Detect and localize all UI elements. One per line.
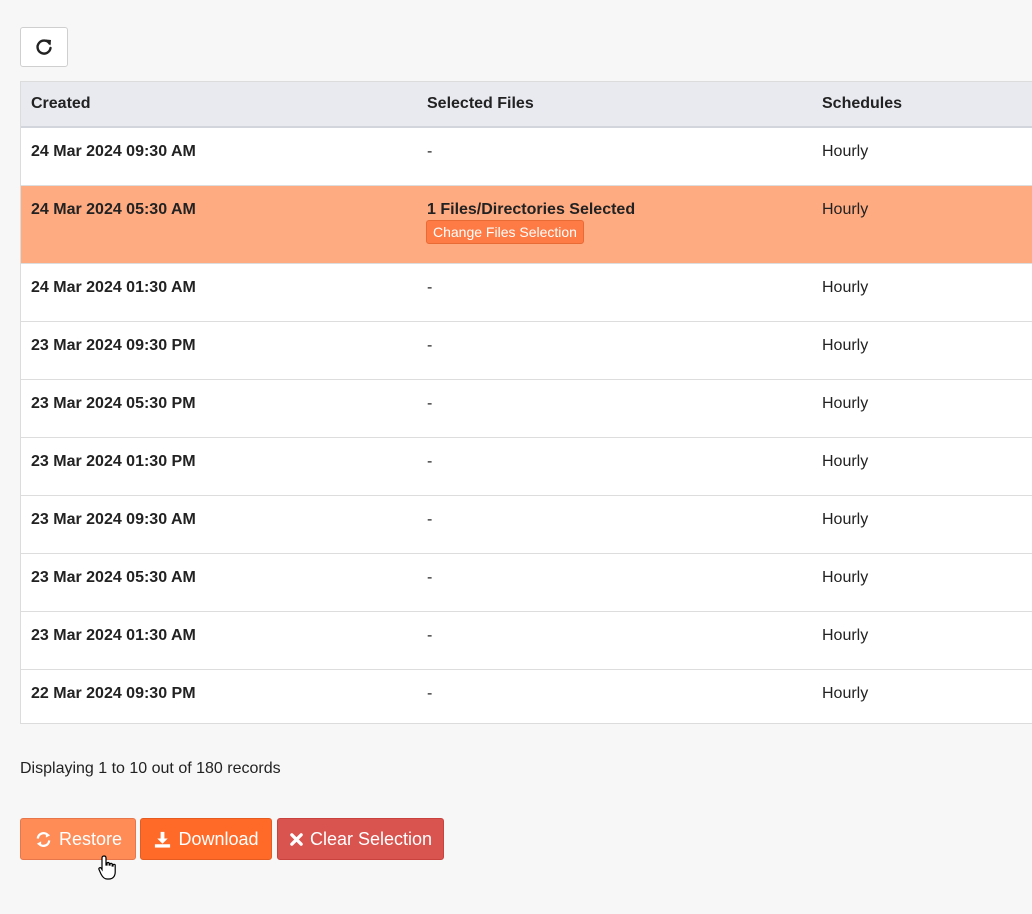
- table-row[interactable]: 23 Mar 2024 05:30 AM - Hourly: [21, 554, 1032, 612]
- selected-files-cell: -: [427, 395, 433, 412]
- sync-icon: [34, 830, 53, 849]
- selected-files-cell: -: [427, 627, 433, 644]
- hand-cursor-icon: [97, 854, 119, 887]
- selected-files-cell: -: [427, 279, 433, 296]
- download-button[interactable]: Download: [140, 818, 272, 860]
- schedule-cell: Hourly: [822, 453, 869, 470]
- column-header-schedules[interactable]: Schedules: [822, 95, 902, 113]
- table-row[interactable]: 22 Mar 2024 09:30 PM - Hourly: [21, 670, 1032, 723]
- table-row[interactable]: 23 Mar 2024 09:30 AM - Hourly: [21, 496, 1032, 554]
- schedule-cell: Hourly: [822, 143, 869, 160]
- created-cell: 23 Mar 2024 01:30 PM: [31, 453, 196, 470]
- selected-files-cell: -: [427, 569, 433, 586]
- schedule-cell: Hourly: [822, 569, 869, 586]
- download-label: Download: [178, 828, 259, 849]
- created-cell: 24 Mar 2024 01:30 AM: [31, 279, 196, 296]
- table-row[interactable]: 23 Mar 2024 09:30 PM - Hourly: [21, 322, 1032, 380]
- table-row-selected[interactable]: 24 Mar 2024 05:30 AM 1 Files/Directories…: [21, 186, 1032, 264]
- restore-label: Restore: [58, 828, 123, 849]
- clear-selection-label: Clear Selection: [309, 828, 433, 849]
- selected-files-cell: -: [427, 337, 433, 354]
- created-cell: 23 Mar 2024 05:30 AM: [31, 569, 196, 586]
- created-cell: 24 Mar 2024 09:30 AM: [31, 143, 196, 160]
- schedule-cell: Hourly: [822, 337, 869, 354]
- created-cell: 23 Mar 2024 09:30 AM: [31, 511, 196, 528]
- selected-files-cell: -: [427, 511, 433, 528]
- table-row[interactable]: 23 Mar 2024 01:30 AM - Hourly: [21, 612, 1032, 670]
- refresh-button[interactable]: [20, 27, 68, 67]
- records-count: Displaying 1 to 10 out of 180 records: [20, 760, 281, 777]
- schedule-cell: Hourly: [822, 279, 869, 296]
- created-cell: 23 Mar 2024 09:30 PM: [31, 337, 196, 354]
- column-header-created[interactable]: Created: [31, 95, 91, 113]
- table-header: Created Selected Files Schedules: [21, 82, 1032, 128]
- selected-files-cell: -: [427, 453, 433, 470]
- clear-selection-button[interactable]: Clear Selection: [277, 818, 444, 860]
- schedule-cell: Hourly: [822, 511, 869, 528]
- table-row[interactable]: 23 Mar 2024 05:30 PM - Hourly: [21, 380, 1032, 438]
- close-icon: [289, 832, 304, 847]
- created-cell: 23 Mar 2024 01:30 AM: [31, 627, 196, 644]
- download-icon: [153, 830, 172, 849]
- table-row[interactable]: 24 Mar 2024 01:30 AM - Hourly: [21, 264, 1032, 322]
- refresh-icon: [34, 37, 54, 57]
- schedule-cell: Hourly: [822, 627, 869, 644]
- schedule-cell: Hourly: [822, 395, 869, 412]
- selected-files-cell: -: [427, 143, 433, 160]
- backups-table: Created Selected Files Schedules 24 Mar …: [20, 81, 1032, 724]
- schedule-cell: Hourly: [822, 201, 869, 218]
- change-files-selection-button[interactable]: Change Files Selection: [426, 220, 584, 244]
- table-row[interactable]: 23 Mar 2024 01:30 PM - Hourly: [21, 438, 1032, 496]
- selected-files-cell: -: [427, 685, 433, 702]
- selected-files-cell: 1 Files/Directories Selected: [427, 201, 636, 218]
- created-cell: 22 Mar 2024 09:30 PM: [31, 685, 196, 702]
- created-cell: 23 Mar 2024 05:30 PM: [31, 395, 196, 412]
- created-cell: 24 Mar 2024 05:30 AM: [31, 201, 196, 218]
- table-row[interactable]: 24 Mar 2024 09:30 AM - Hourly: [21, 128, 1032, 186]
- column-header-selected-files[interactable]: Selected Files: [427, 95, 534, 113]
- schedule-cell: Hourly: [822, 685, 869, 702]
